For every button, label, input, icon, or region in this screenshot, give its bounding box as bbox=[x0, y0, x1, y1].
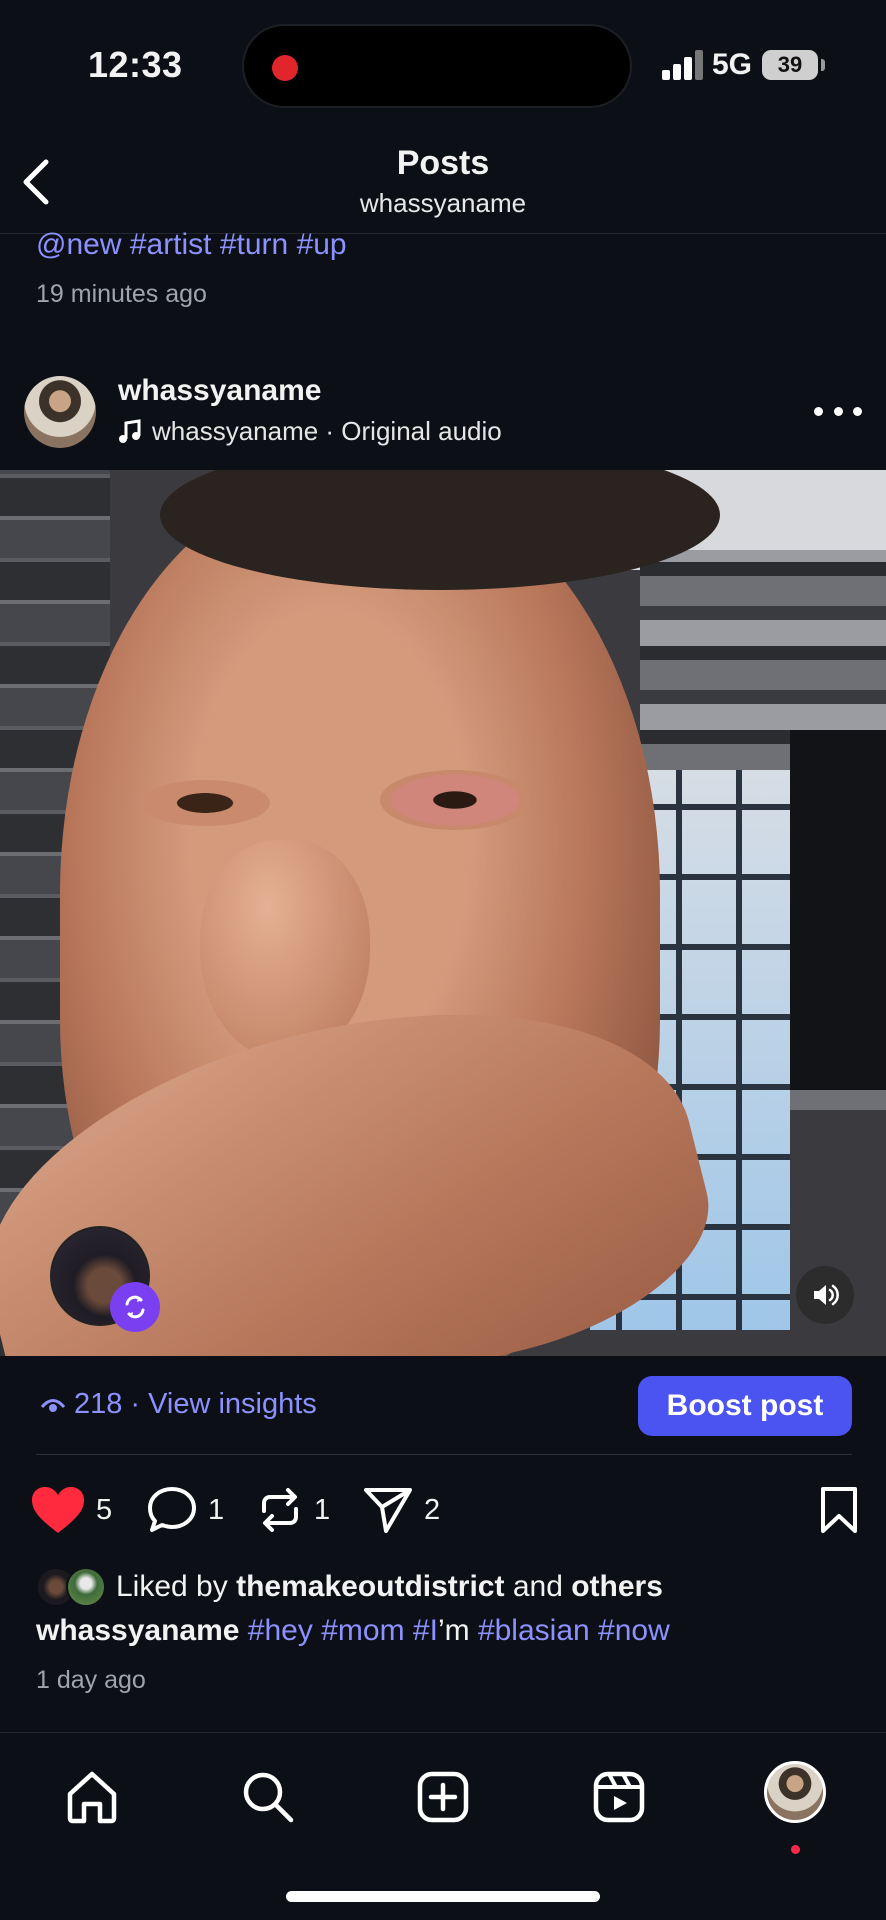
home-indicator bbox=[286, 1891, 600, 1902]
comment-button[interactable]: 1 bbox=[146, 1480, 224, 1540]
status-time: 12:33 bbox=[88, 44, 183, 85]
comment-count: 1 bbox=[208, 1493, 225, 1526]
caption-text-fragment bbox=[313, 1614, 321, 1647]
views-eye-icon bbox=[40, 1398, 66, 1412]
battery-icon: 39 bbox=[762, 50, 818, 80]
home-icon bbox=[67, 1771, 117, 1824]
page-subtitle: whassyaname bbox=[359, 188, 527, 218]
search-icon bbox=[243, 1772, 294, 1823]
repost-icon bbox=[262, 1488, 298, 1532]
remix-badge[interactable] bbox=[110, 1282, 160, 1332]
like-button[interactable]: 5 bbox=[30, 1480, 112, 1540]
boost-post-button[interactable]: Boost post bbox=[638, 1376, 852, 1436]
divider bbox=[36, 1454, 852, 1455]
liked-by-others[interactable]: others bbox=[571, 1570, 663, 1604]
page-header: Posts whassyaname bbox=[0, 130, 886, 234]
nav-profile-avatar[interactable] bbox=[764, 1761, 826, 1823]
reels-icon bbox=[593, 1771, 645, 1823]
like-count: 5 bbox=[96, 1493, 113, 1526]
previous-post-time: 19 minutes ago bbox=[36, 280, 207, 308]
caption-text-fragment bbox=[405, 1614, 413, 1647]
cellular-signal-icon bbox=[662, 50, 704, 80]
nav-create[interactable] bbox=[413, 1767, 473, 1827]
post-time: 1 day ago bbox=[36, 1666, 146, 1694]
repost-button[interactable]: 1 bbox=[256, 1480, 330, 1540]
liked-by-prefix: Liked by bbox=[116, 1570, 228, 1603]
status-bar: 12:33 5G 39 bbox=[0, 0, 886, 130]
post-audio-label: whassyaname · Original audio bbox=[152, 416, 502, 446]
post-caption: whassyaname #hey #mom #I’m #blasian #now bbox=[36, 1614, 670, 1648]
send-icon bbox=[364, 1488, 412, 1533]
caption-text-fragment: ’m bbox=[437, 1614, 478, 1647]
post-audio-link[interactable]: whassyaname · Original audio bbox=[118, 416, 502, 447]
liked-by-row[interactable]: Liked by themakeoutdistrict and others bbox=[36, 1566, 663, 1608]
caption-username[interactable]: whassyaname bbox=[36, 1614, 239, 1647]
nav-home[interactable] bbox=[62, 1767, 122, 1827]
comment-icon bbox=[148, 1487, 196, 1532]
nav-search[interactable] bbox=[238, 1767, 298, 1827]
post-author-avatar[interactable] bbox=[24, 376, 96, 448]
nav-reels[interactable] bbox=[589, 1767, 649, 1827]
recording-indicator-icon bbox=[272, 55, 298, 81]
profile-notification-dot bbox=[791, 1845, 800, 1854]
speaker-icon bbox=[814, 1284, 839, 1306]
caption-hashtag[interactable]: #now bbox=[598, 1614, 670, 1647]
bookmark-icon bbox=[821, 1487, 857, 1533]
post-username[interactable]: whassyaname bbox=[118, 374, 321, 408]
previous-post-hashtags[interactable]: @new #artist #turn #up bbox=[36, 228, 347, 262]
share-button[interactable]: 2 bbox=[362, 1480, 440, 1540]
caption-hashtag[interactable]: #hey bbox=[248, 1614, 313, 1647]
dynamic-island bbox=[242, 24, 632, 108]
battery-nub bbox=[821, 59, 825, 71]
heart-filled-icon bbox=[32, 1487, 84, 1533]
liked-by-avatars bbox=[36, 1567, 108, 1607]
caption-text-fragment bbox=[590, 1614, 598, 1647]
music-note-icon bbox=[119, 418, 141, 443]
more-options-button[interactable] bbox=[814, 396, 862, 426]
views-separator: · bbox=[130, 1388, 141, 1420]
page-title: Posts bbox=[396, 144, 490, 182]
view-insights-label: View insights bbox=[148, 1388, 317, 1420]
post-actions-bar: 5 1 1 2 bbox=[30, 1480, 860, 1540]
create-icon bbox=[417, 1771, 469, 1823]
view-insights-link[interactable]: 218 · View insights bbox=[40, 1388, 317, 1421]
caption-hashtag[interactable]: #blasian bbox=[478, 1614, 590, 1647]
caption-text: #hey #mom #I’m #blasian #now bbox=[248, 1614, 670, 1647]
sound-toggle-button[interactable] bbox=[796, 1266, 854, 1324]
caption-hashtag[interactable]: #mom bbox=[321, 1614, 404, 1647]
liked-by-username[interactable]: themakeoutdistrict bbox=[236, 1570, 504, 1604]
repost-count: 1 bbox=[314, 1493, 331, 1526]
network-type: 5G bbox=[712, 48, 753, 81]
caption-hashtag[interactable]: #I bbox=[413, 1614, 438, 1647]
liker-avatar bbox=[66, 1567, 106, 1607]
views-count: 218 bbox=[74, 1388, 123, 1420]
more-horizontal-icon bbox=[814, 406, 823, 416]
share-count: 2 bbox=[424, 1493, 441, 1526]
save-button[interactable] bbox=[818, 1486, 860, 1539]
remix-icon bbox=[125, 1295, 145, 1319]
liked-by-and: and bbox=[512, 1570, 563, 1603]
post-video[interactable] bbox=[0, 470, 886, 1356]
